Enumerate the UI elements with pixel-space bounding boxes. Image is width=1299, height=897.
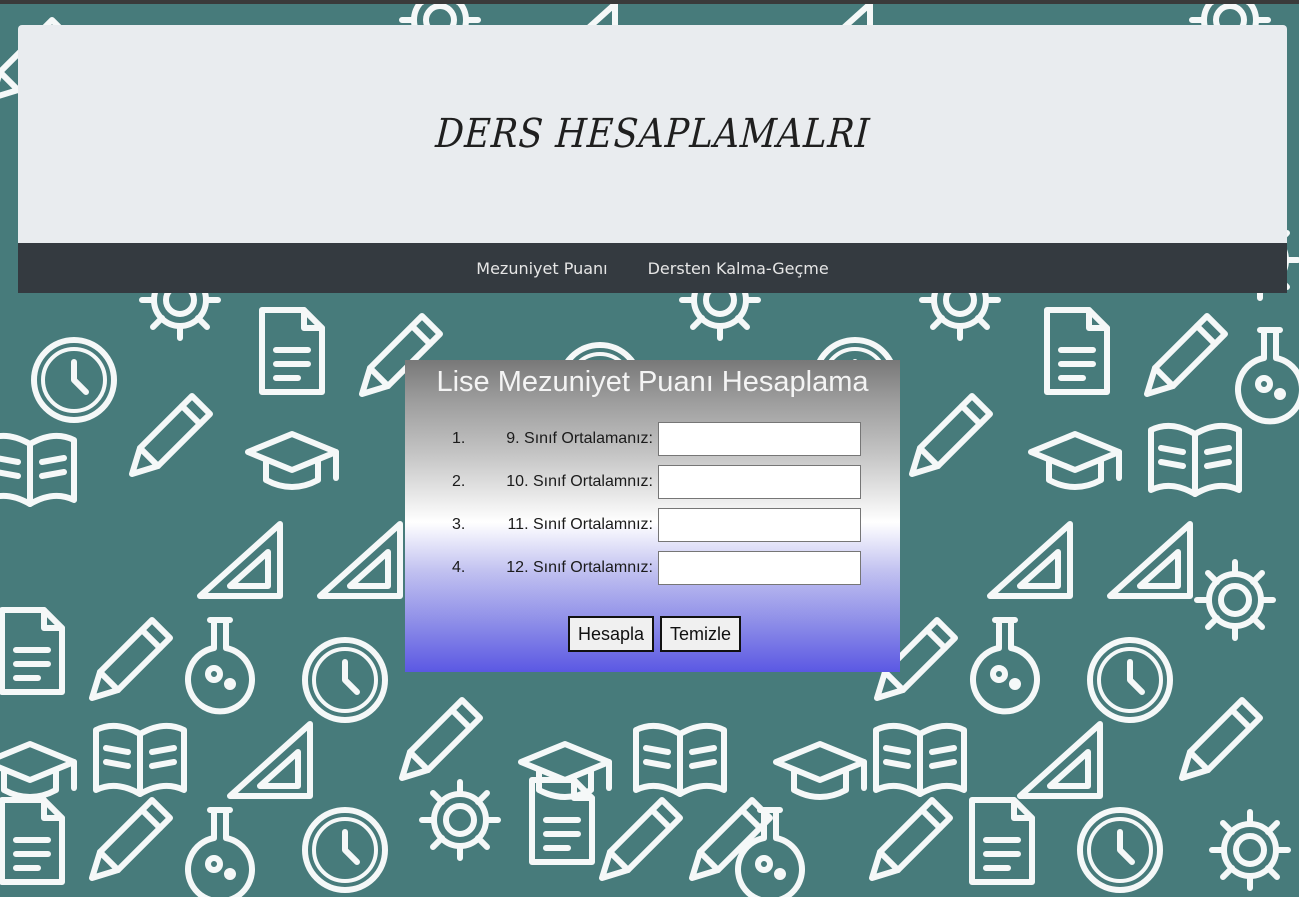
grade-row-9: 1. 9. Sınıf Ortalamanız: <box>405 422 900 458</box>
grade-10-input[interactable] <box>658 465 861 499</box>
list-number: 1. <box>452 430 466 447</box>
graduation-score-calculator: Lise Mezuniyet Puanı Hesaplama 1. 9. Sın… <box>405 360 900 672</box>
grade-10-label: 10. Sınıf Ortalamnız: <box>506 473 653 490</box>
grade-9-input[interactable] <box>658 422 861 456</box>
grade-11-input[interactable] <box>658 508 861 542</box>
browser-top-line <box>0 0 1299 4</box>
list-number: 2. <box>452 473 466 490</box>
grade-row-11: 3. 11. Sınıf Ortalamnız: <box>405 508 900 544</box>
calculator-title: Lise Mezuniyet Puanı Hesaplama <box>436 366 869 398</box>
main-navbar: Mezuniyet Puanı Dersten Kalma-Geçme <box>18 243 1287 293</box>
calculator-buttons: Hesapla Temizle <box>405 616 902 652</box>
list-number: 3. <box>452 516 466 533</box>
page-title: DERS HESAPLAMALRI <box>433 111 872 157</box>
grade-row-12: 4. 12. Sınıf Ortalamnız: <box>405 551 900 587</box>
nav-item-dersten-kalma-gecme[interactable]: Dersten Kalma-Geçme <box>648 259 829 278</box>
grade-12-label: 12. Sınıf Ortalamnız: <box>506 559 653 576</box>
list-number: 4. <box>452 559 466 576</box>
grade-9-label: 9. Sınıf Ortalamanız: <box>506 430 653 447</box>
grade-11-label: 11. Sınıf Ortalamnız: <box>507 516 653 533</box>
grade-12-input[interactable] <box>658 551 861 585</box>
clear-button[interactable]: Temizle <box>660 616 742 652</box>
grade-row-10: 2. 10. Sınıf Ortalamnız: <box>405 465 900 501</box>
calculate-button[interactable]: Hesapla <box>567 616 655 652</box>
header-jumbotron: DERS HESAPLAMALRI <box>18 25 1287 243</box>
nav-item-mezuniyet-puani[interactable]: Mezuniyet Puanı <box>476 259 607 278</box>
